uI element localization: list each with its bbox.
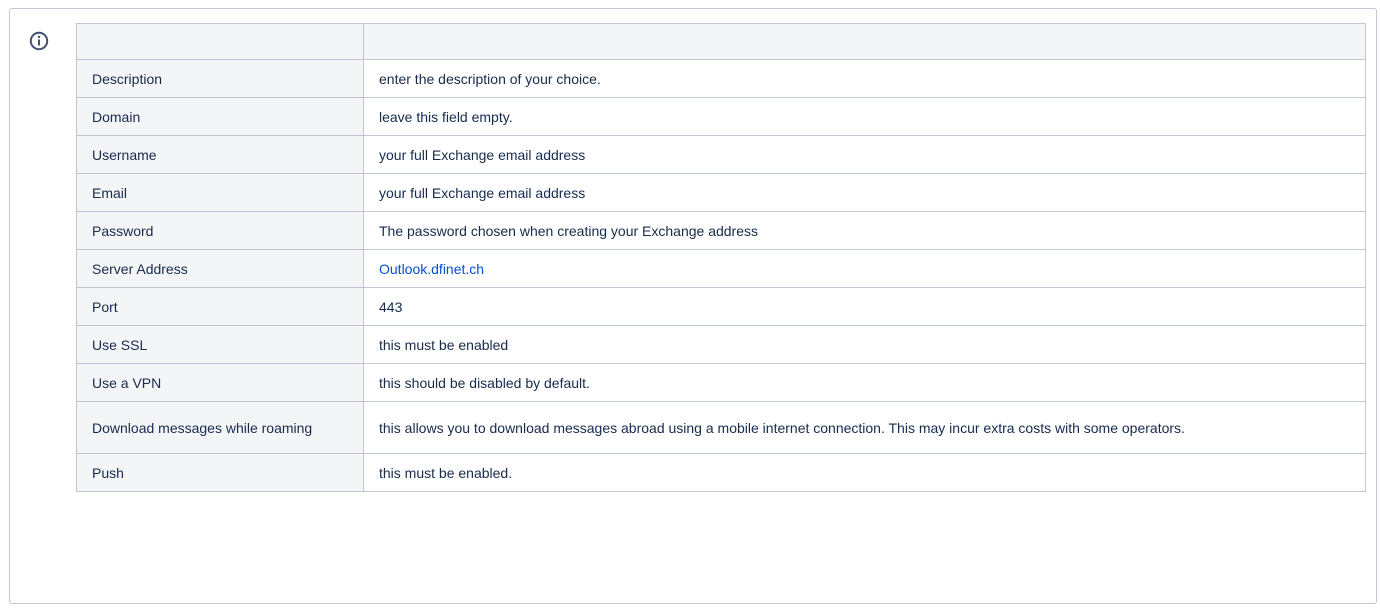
table-row-description: Description enter the description of you… xyxy=(76,59,1366,98)
row-value: this must be enabled. xyxy=(363,453,1366,492)
row-value: this should be disabled by default. xyxy=(363,363,1366,402)
table-row-server-address: Server Address Outlook.dfinet.ch xyxy=(76,249,1366,288)
row-value: this must be enabled xyxy=(363,325,1366,364)
info-icon xyxy=(29,31,49,51)
table-row-port: Port 443 xyxy=(76,287,1366,326)
row-label: Username xyxy=(76,135,364,174)
info-panel: Description enter the description of you… xyxy=(9,8,1377,604)
row-label: Use SSL xyxy=(76,325,364,364)
row-label: Email xyxy=(76,173,364,212)
server-address-link[interactable]: Outlook.dfinet.ch xyxy=(379,261,484,277)
row-value: your full Exchange email address xyxy=(363,173,1366,212)
row-label: Description xyxy=(76,59,364,98)
table-row-domain: Domain leave this field empty. xyxy=(76,97,1366,136)
table-header-row xyxy=(76,23,1366,60)
row-value: 443 xyxy=(363,287,1366,326)
table-row-push: Push this must be enabled. xyxy=(76,453,1366,492)
row-value: The password chosen when creating your E… xyxy=(363,211,1366,250)
row-value: Outlook.dfinet.ch xyxy=(363,249,1366,288)
table-row-email: Email your full Exchange email address xyxy=(76,173,1366,212)
row-label: Port xyxy=(76,287,364,326)
settings-table: Description enter the description of you… xyxy=(76,23,1366,492)
table-row-use-vpn: Use a VPN this should be disabled by def… xyxy=(76,363,1366,402)
row-label: Use a VPN xyxy=(76,363,364,402)
header-cell-2 xyxy=(363,23,1366,60)
row-value: your full Exchange email address xyxy=(363,135,1366,174)
row-value: leave this field empty. xyxy=(363,97,1366,136)
row-label: Server Address xyxy=(76,249,364,288)
table-row-roaming: Download messages while roaming this all… xyxy=(76,401,1366,454)
header-cell-1 xyxy=(76,23,364,60)
row-value: enter the description of your choice. xyxy=(363,59,1366,98)
table-row-username: Username your full Exchange email addres… xyxy=(76,135,1366,174)
row-label: Password xyxy=(76,211,364,250)
row-value: this allows you to download messages abr… xyxy=(363,401,1366,454)
row-label: Domain xyxy=(76,97,364,136)
row-label: Push xyxy=(76,453,364,492)
table-row-use-ssl: Use SSL this must be enabled xyxy=(76,325,1366,364)
row-label: Download messages while roaming xyxy=(76,401,364,454)
table-row-password: Password The password chosen when creati… xyxy=(76,211,1366,250)
